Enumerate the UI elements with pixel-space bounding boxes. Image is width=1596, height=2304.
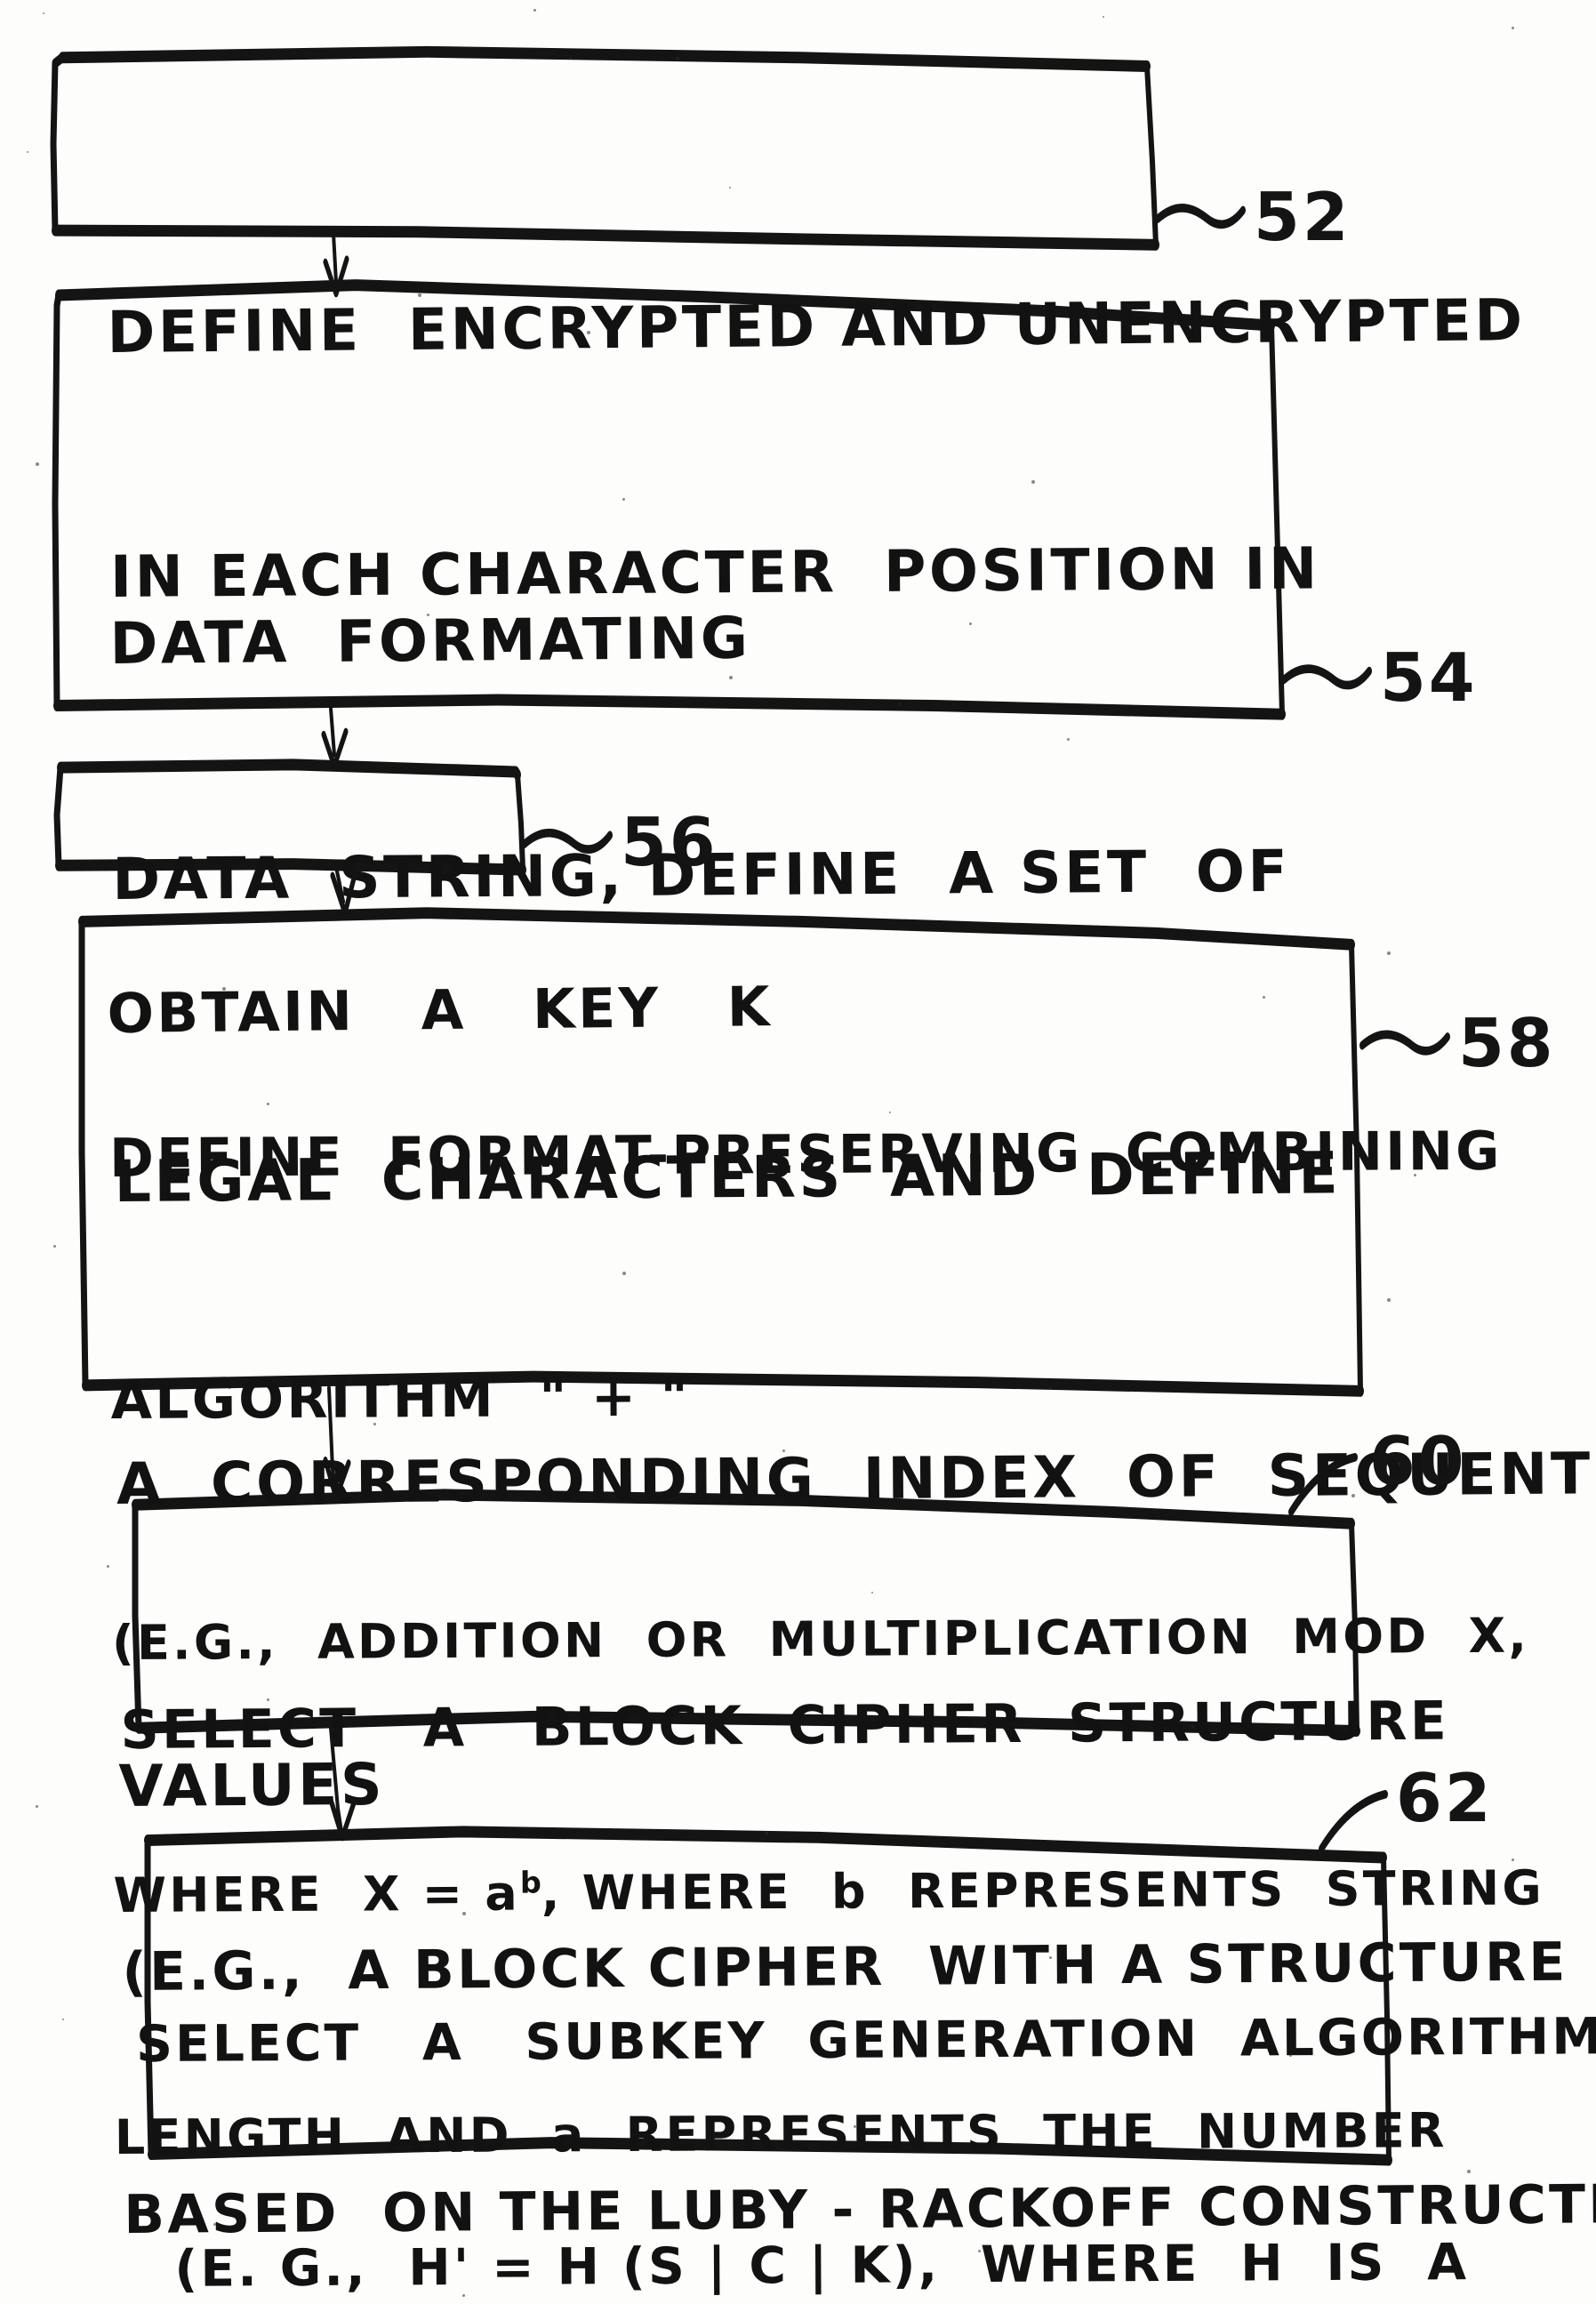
flowchart-page: DEFINE ENCRYPTED AND UNENCRYPTED DATA FO… — [0, 0, 1596, 2304]
scan-speckle — [1476, 1645, 1479, 1648]
scan-speckle — [27, 151, 28, 153]
node-ref-56: 56 — [621, 804, 718, 881]
node-62-line-1: (E. G., H' = H (S | C | K), WHERE H IS A — [137, 2224, 1596, 2304]
scan-speckle — [1289, 2054, 1292, 2057]
scan-speckle — [978, 2250, 981, 2252]
scan-speckle — [1512, 1858, 1514, 1861]
node-ref-58: 58 — [1458, 1005, 1556, 1082]
scan-speckle — [1387, 1298, 1391, 1302]
scan-speckle — [213, 2223, 216, 2226]
scan-speckle — [1103, 16, 1104, 18]
scan-speckle — [622, 498, 625, 501]
scan-speckle — [1512, 27, 1514, 29]
scan-speckle — [1467, 2170, 1471, 2173]
node-ref-54: 54 — [1380, 639, 1478, 717]
scan-speckle — [62, 2019, 64, 2020]
scan-speckle — [889, 1112, 891, 1113]
scan-speckle — [373, 1423, 376, 1425]
node-58-line-0: DEFINE FORMAT-PRESERVING COMBINING — [109, 1112, 1541, 1200]
scan-speckle — [462, 1912, 466, 1915]
node-62-line-0: SELECT A SUBKEY GENERATION ALGORITHM — [136, 1999, 1596, 2082]
scan-speckle — [587, 331, 590, 334]
scan-speckle — [1067, 738, 1070, 741]
node-58-line-1: ALGORITHM " + " — [110, 1353, 1542, 1441]
scan-speckle — [729, 187, 731, 189]
scan-speckle — [267, 1103, 269, 1105]
scan-speckle — [1049, 1956, 1052, 1959]
node-60-line-0: SELECT A BLOCK CIPHER STRUCTURE — [120, 1679, 1596, 1770]
scan-speckle — [462, 2294, 465, 2297]
scan-speckle — [782, 1449, 785, 1452]
scan-speckle — [36, 462, 39, 466]
scan-speckle — [36, 1805, 38, 1808]
scan-speckle — [418, 293, 421, 297]
scan-speckle — [267, 569, 270, 573]
scan-speckle — [1387, 951, 1391, 955]
scan-speckle — [267, 1698, 269, 1701]
scan-speckle — [729, 676, 733, 679]
node-54-line-0: IN EACH CHARACTER POSITION IN — [110, 516, 1596, 628]
scan-speckle — [43, 12, 44, 14]
scan-speckle — [1174, 322, 1177, 325]
scan-speckle — [969, 622, 972, 625]
scan-speckle — [53, 1245, 56, 1248]
node-ref-62: 62 — [1396, 1760, 1494, 1837]
scan-speckle — [854, 2125, 856, 2128]
scan-speckle — [213, 320, 216, 323]
node-text-62: SELECT A SUBKEY GENERATION ALGORITHM (E.… — [135, 1850, 1596, 2304]
scan-speckle — [338, 747, 340, 749]
scan-speckle — [222, 987, 226, 991]
scan-speckle — [622, 1272, 626, 1275]
scan-speckle — [1049, 1387, 1052, 1390]
scan-speckle — [107, 1565, 109, 1568]
node-ref-60: 60 — [1369, 1423, 1467, 1500]
scan-speckle — [1351, 1494, 1355, 1497]
scan-speckle — [898, 702, 901, 705]
scan-speckle — [1191, 1725, 1194, 1728]
scan-speckle — [533, 9, 536, 12]
scan-speckle — [871, 1592, 873, 1594]
scan-speckle — [1458, 2276, 1460, 2278]
scan-speckle — [427, 614, 429, 616]
scan-speckle — [1263, 996, 1265, 999]
scan-speckle — [765, 1832, 768, 1835]
node-ref-52: 52 — [1254, 179, 1351, 256]
scan-speckle — [1031, 480, 1035, 484]
scan-speckle — [569, 57, 572, 60]
scan-speckle — [676, 57, 679, 60]
scan-speckle — [1414, 1174, 1416, 1176]
scan-speckle — [676, 889, 678, 892]
